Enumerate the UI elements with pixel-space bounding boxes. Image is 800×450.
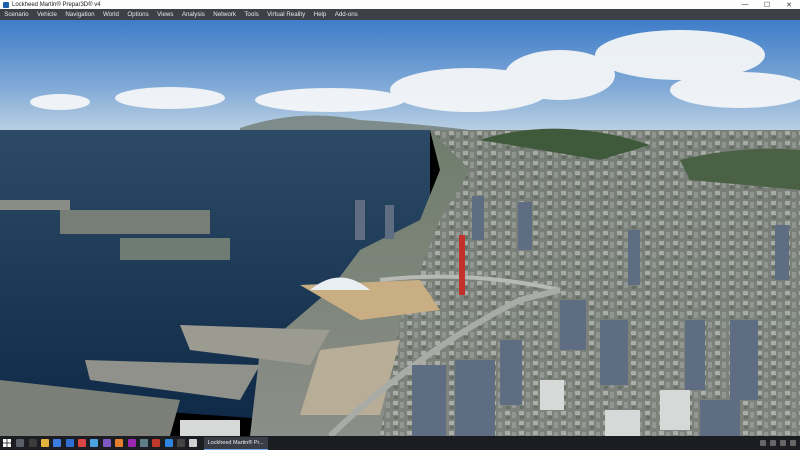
task-app-label: Lockheed Martin® Pr... bbox=[207, 439, 264, 446]
close-button[interactable]: ✕ bbox=[778, 0, 800, 9]
window-titlebar: Lockheed Martin® Prepar3D® v4 — ☐ ✕ bbox=[0, 0, 800, 9]
menu-scenario[interactable]: Scenario bbox=[0, 11, 33, 18]
tray-icon[interactable] bbox=[790, 440, 796, 446]
tray-icon[interactable] bbox=[760, 440, 766, 446]
pinned-app-icon[interactable] bbox=[102, 439, 111, 447]
pinned-app-icon[interactable] bbox=[127, 439, 136, 447]
scenery-render bbox=[0, 20, 800, 436]
pinned-app-icon[interactable] bbox=[16, 439, 25, 447]
menu-network[interactable]: Network bbox=[209, 11, 240, 18]
pinned-app-icon[interactable] bbox=[40, 439, 49, 447]
menu-views[interactable]: Views bbox=[153, 11, 178, 18]
pinned-app-icon[interactable] bbox=[139, 439, 148, 447]
pinned-app-icon[interactable] bbox=[189, 439, 198, 447]
window-title: Lockheed Martin® Prepar3D® v4 bbox=[12, 1, 101, 8]
menu-help[interactable]: Help bbox=[309, 11, 330, 18]
menubar: Scenario Vehicle Navigation World Option… bbox=[0, 9, 800, 20]
menu-tools[interactable]: Tools bbox=[240, 11, 263, 18]
pinned-app-icon[interactable] bbox=[65, 439, 74, 447]
menu-analysis[interactable]: Analysis bbox=[178, 11, 209, 18]
app-icon bbox=[3, 1, 9, 8]
pinned-app-icon[interactable] bbox=[177, 439, 186, 447]
tray-icon[interactable] bbox=[770, 440, 776, 446]
minimize-button[interactable]: — bbox=[734, 0, 756, 9]
pinned-app-icon[interactable] bbox=[164, 439, 173, 447]
windows-start-icon[interactable] bbox=[0, 436, 14, 450]
pinned-app-icon[interactable] bbox=[115, 439, 124, 447]
menu-options[interactable]: Options bbox=[123, 11, 153, 18]
menu-navigation[interactable]: Navigation bbox=[61, 11, 99, 18]
tray-icon[interactable] bbox=[780, 440, 786, 446]
system-tray bbox=[760, 440, 800, 446]
menu-vehicle[interactable]: Vehicle bbox=[33, 11, 61, 18]
pinned-app-icon[interactable] bbox=[28, 439, 37, 447]
menu-addons[interactable]: Add-ons bbox=[331, 11, 362, 18]
pinned-app-icon[interactable] bbox=[90, 439, 99, 447]
simulator-viewport[interactable] bbox=[0, 20, 800, 436]
pinned-app-icon[interactable] bbox=[152, 439, 161, 447]
menu-virtual-reality[interactable]: Virtual Reality bbox=[263, 11, 309, 18]
taskbar-prepar3d-button[interactable]: Lockheed Martin® Pr... bbox=[203, 436, 268, 450]
pinned-apps bbox=[14, 439, 200, 447]
maximize-button[interactable]: ☐ bbox=[756, 0, 778, 9]
windows-taskbar: Lockheed Martin® Pr... bbox=[0, 436, 800, 450]
pinned-app-icon[interactable] bbox=[53, 439, 62, 447]
pinned-app-icon[interactable] bbox=[78, 439, 87, 447]
menu-world[interactable]: World bbox=[99, 11, 123, 18]
